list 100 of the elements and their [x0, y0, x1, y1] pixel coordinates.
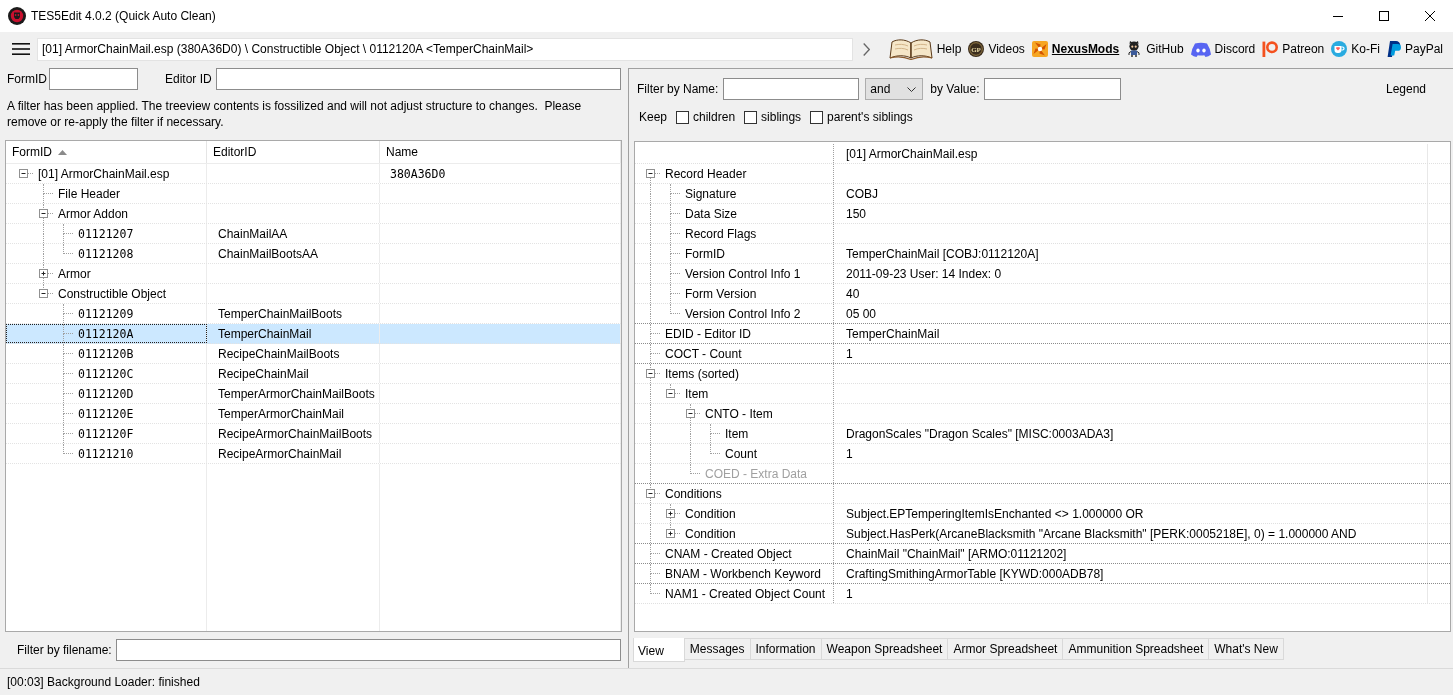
collapse-icon[interactable] [666, 389, 675, 398]
form-id-text: 0112120F [78, 425, 134, 442]
tab[interactable]: Information [750, 638, 822, 660]
tree-row[interactable]: 0112120A TemperChainMail [6, 324, 621, 344]
field-label: Version Control Info 2 [685, 305, 801, 322]
field-label: NAM1 - Created Object Count [665, 585, 826, 602]
collapse-icon[interactable] [646, 369, 655, 378]
toolbar-link[interactable]: Patreon [1262, 41, 1325, 57]
operator-dropdown[interactable]: and [865, 78, 924, 100]
column-header[interactable]: EditorID [207, 141, 380, 163]
value-filter-field[interactable] [983, 78, 1121, 100]
group-label: File Header [58, 185, 121, 202]
field-label: Version Control Info 1 [685, 265, 801, 282]
tree-row[interactable]: 01121210 RecipeArmorChainMail [6, 444, 621, 464]
legend-button[interactable]: Legend [1385, 81, 1426, 97]
tab[interactable]: Armor Spreadsheet [948, 638, 1064, 660]
tab[interactable]: Ammunition Spreadsheet [1063, 638, 1210, 660]
checkbox[interactable] [810, 110, 824, 124]
caret-down-icon[interactable] [907, 86, 917, 92]
checkbox-label[interactable]: children [693, 109, 736, 125]
field-value: 1 [846, 345, 853, 362]
group-label: [01] ArmorChainMail.esp [38, 165, 170, 182]
editor-id-text: RecipeChainMailBoots [218, 345, 340, 362]
controller-face-icon[interactable] [1190, 41, 1211, 57]
p-mark-icon[interactable] [1262, 41, 1279, 57]
close-icon[interactable] [1425, 11, 1435, 21]
chevron-right-icon[interactable] [863, 42, 871, 56]
field-label: Signature [685, 185, 737, 202]
path-field[interactable]: [01] ArmorChainMail.esp (380A36D0) \ Constructible Object \ 0112120A <TemperChainMail> [37, 37, 853, 61]
tab[interactable]: Messages [684, 638, 751, 660]
expand-icon[interactable] [666, 529, 675, 538]
field-value: 1 [846, 445, 853, 462]
column-header[interactable]: FormID [6, 141, 207, 163]
record-file-name: [01] ArmorChainMail.esp [846, 145, 978, 162]
filter-notice: A filter has been applied. The treeview contents is fossilized and will not adjust structure to changes. Please remove or re-apply the filter if necessary. [7, 98, 583, 130]
tree-row[interactable]: File Header [6, 184, 621, 204]
collapse-icon[interactable] [646, 169, 655, 178]
name-filter-field[interactable] [723, 78, 860, 100]
editor-id-label: Editor ID [165, 71, 212, 87]
field-label: Condition [685, 505, 736, 522]
collapse-icon[interactable] [19, 169, 28, 178]
open-book-icon[interactable] [888, 38, 933, 60]
expand-icon[interactable] [666, 509, 675, 518]
tab[interactable]: Weapon Spreadsheet [821, 638, 949, 660]
tree-row[interactable]: [01] ArmorChainMail.esp 380A36D0 [6, 164, 621, 184]
cat-mascot-icon[interactable] [1126, 41, 1143, 57]
tree-row[interactable]: 0112120E TemperArmorChainMail [6, 404, 621, 424]
field-value: CraftingSmithingArmorTable [KYWD:000ADB78] [846, 565, 1104, 582]
expand-icon[interactable] [39, 269, 48, 278]
toolbar-link[interactable]: PayPal [1386, 41, 1443, 57]
checkbox[interactable] [676, 110, 690, 124]
toolbar-link[interactable]: Discord [1190, 41, 1256, 57]
tree-row[interactable]: Armor [6, 264, 621, 284]
field-value: 05 00 [846, 305, 877, 322]
editor-id-text: TemperChainMail [218, 325, 312, 342]
form-id-field[interactable] [49, 68, 138, 90]
tab[interactable]: What's New [1209, 638, 1284, 660]
tree-row[interactable]: 0112120D TemperArmorChainMailBoots [6, 384, 621, 404]
field-label: Record Flags [685, 225, 757, 242]
form-id-text: 01121209 [78, 305, 134, 322]
field-value: DragonScales "Dragon Scales" [MISC:0003ADA3] [846, 425, 1114, 442]
field-value: Subject.HasPerk(ArcaneBlacksmith "Arcane Blacksmith" [PERK:0005218E], 0) = 1.000000 AND [846, 525, 1357, 542]
tree-row[interactable]: 0112120B RecipeChainMailBoots [6, 344, 621, 364]
field-label: BNAM - Workbench Keyword [665, 565, 821, 582]
tab[interactable]: View [633, 638, 685, 662]
editor-id-field[interactable] [215, 68, 621, 90]
tree-row[interactable]: 0112120F RecipeArmorChainMailBoots [6, 424, 621, 444]
field-label: Condition [685, 525, 736, 542]
collapse-icon[interactable] [646, 489, 655, 498]
column-header[interactable]: Name [380, 141, 621, 163]
cup-icon[interactable] [1331, 41, 1348, 57]
toolbar-link[interactable]: Ko-Fi [1331, 41, 1380, 57]
collapse-icon[interactable] [39, 209, 48, 218]
field-label: Conditions [665, 485, 722, 502]
tree-row[interactable]: 01121208 ChainMailBootsAA [6, 244, 621, 264]
checkbox-label[interactable]: siblings [761, 109, 802, 125]
tree-row[interactable]: 0112120C RecipeChainMail [6, 364, 621, 384]
collapse-icon[interactable] [686, 409, 695, 418]
window-title: TES5Edit 4.0.2 (Quick Auto Clean) [31, 8, 216, 24]
toolbar-link[interactable]: Help [888, 38, 962, 60]
field-label: Item [685, 385, 709, 402]
minimize-icon[interactable] [1333, 15, 1343, 17]
checkbox-label[interactable]: parent's siblings [827, 109, 913, 125]
toolbar-link[interactable]: GitHub [1126, 41, 1184, 57]
checkbox[interactable] [744, 110, 758, 124]
filename-filter-label: Filter by filename: [17, 642, 112, 658]
maximize-icon[interactable] [1379, 11, 1389, 21]
pinwheel-icon[interactable] [1031, 41, 1048, 57]
menu-icon[interactable] [12, 43, 30, 55]
tree-row[interactable]: Constructible Object [6, 284, 621, 304]
editor-id-text: ChainMailAA [218, 225, 288, 242]
p-logo-icon[interactable] [1386, 41, 1401, 57]
tree-row[interactable]: 01121207 ChainMailAA [6, 224, 621, 244]
collapse-icon[interactable] [39, 289, 48, 298]
toolbar-link[interactable]: NexusMods [1031, 41, 1120, 57]
editor-id-text: TemperArmorChainMailBoots [218, 385, 375, 402]
editor-id-text: TemperArmorChainMail [218, 405, 345, 422]
filename-filter-field[interactable] [115, 639, 621, 661]
field-label: CNAM - Created Object [665, 545, 792, 562]
tree-row[interactable]: Armor Addon [6, 204, 621, 224]
